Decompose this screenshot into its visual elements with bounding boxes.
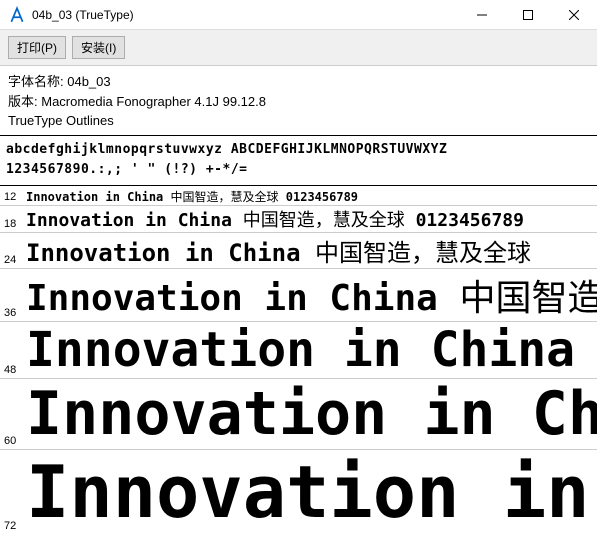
size-label: 48	[4, 364, 26, 378]
sample-row: 12 Innovation in China 中国智造，慧及全球 0123456…	[0, 188, 597, 206]
titlebar: 04b_03 (TrueType)	[0, 0, 597, 30]
install-button[interactable]: 安装(I)	[72, 36, 125, 59]
font-outlines: TrueType Outlines	[8, 111, 589, 131]
sample-list: 12 Innovation in China 中国智造，慧及全球 0123456…	[0, 186, 597, 534]
print-button[interactable]: 打印(P)	[8, 36, 66, 59]
glyph-symbols: 1234567890.:,; ' " (!?) +-*/=	[6, 160, 591, 181]
sample-row: 72 Innovation in China	[0, 450, 597, 534]
glyph-preview: abcdefghijklmnopqrstuvwxyz ABCDEFGHIJKLM…	[0, 135, 597, 187]
sample-cjk: 中国智造，慧及全球	[460, 269, 597, 321]
size-label: 36	[4, 307, 26, 321]
minimize-button[interactable]	[459, 0, 505, 30]
font-app-icon	[8, 6, 26, 24]
sample-latin: Innovation in China	[26, 190, 163, 204]
font-name-label: 字体名称:	[8, 74, 67, 89]
window-title: 04b_03 (TrueType)	[32, 8, 459, 22]
sample-cjk: 中国智造，慧及全球	[171, 188, 279, 205]
sample-row: 24 Innovation in China 中国智造，慧及全球	[0, 233, 597, 269]
sample-row: 36 Innovation in China 中国智造，慧及全球	[0, 269, 597, 322]
close-button[interactable]	[551, 0, 597, 30]
size-label: 72	[4, 520, 26, 534]
sample-row: 18 Innovation in China 中国智造，慧及全球 0123456…	[0, 206, 597, 233]
toolbar: 打印(P) 安装(I)	[0, 30, 597, 66]
sample-cjk: 中国智造，慧及全球	[243, 206, 405, 232]
size-label: 18	[4, 218, 26, 232]
sample-cjk: 中国智造，慧及全球	[315, 233, 531, 268]
sample-latin: Innovation in China	[26, 210, 232, 231]
size-label: 12	[4, 191, 26, 205]
sample-digits: 0123456789	[416, 210, 524, 231]
font-name-row: 字体名称: 04b_03	[8, 72, 589, 92]
sample-row: 60 Innovation in China	[0, 379, 597, 450]
maximize-button[interactable]	[505, 0, 551, 30]
sample-latin: Innovation in China	[26, 450, 597, 534]
size-label: 60	[4, 435, 26, 449]
glyph-alphabet: abcdefghijklmnopqrstuvwxyz ABCDEFGHIJKLM…	[6, 140, 591, 161]
font-info: 字体名称: 04b_03 版本: Macromedia Fonographer …	[0, 66, 597, 135]
font-name-value: 04b_03	[67, 74, 110, 89]
sample-latin: Innovation in China	[26, 239, 301, 267]
sample-latin: Innovation in China	[26, 278, 438, 319]
sample-row: 48 Innovation in China	[0, 322, 597, 379]
sample-latin: Innovation in China	[26, 322, 575, 378]
font-version-label: 版本:	[8, 94, 41, 109]
sample-digits: 0123456789	[286, 190, 358, 204]
font-version-row: 版本: Macromedia Fonographer 4.1J 99.12.8	[8, 92, 589, 112]
sample-latin: Innovation in China	[26, 379, 597, 449]
size-label: 24	[4, 254, 26, 268]
font-version-value: Macromedia Fonographer 4.1J 99.12.8	[41, 94, 266, 109]
